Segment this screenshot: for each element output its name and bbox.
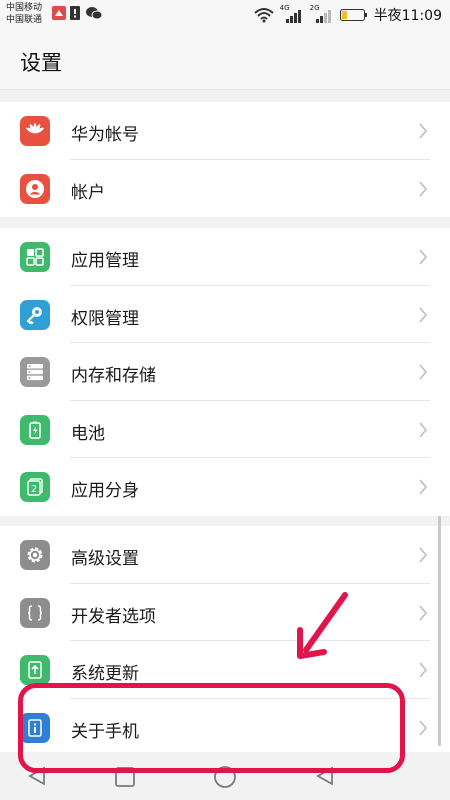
carrier-2: 中国联通 bbox=[6, 15, 43, 25]
braces-icon bbox=[20, 597, 50, 628]
chevron-right-icon bbox=[419, 123, 428, 139]
gear-icon bbox=[20, 540, 50, 570]
item-label: 内存和存储 bbox=[71, 366, 156, 386]
item-label: 华为帐号 bbox=[71, 125, 139, 145]
chevron-right-icon bbox=[419, 547, 428, 563]
storage-icon bbox=[20, 357, 50, 387]
settings-item-huawei-account[interactable]: 华为帐号 bbox=[0, 102, 450, 160]
apps-grid-icon bbox=[20, 242, 50, 272]
settings-item-app-management[interactable]: 应用管理 bbox=[0, 228, 450, 286]
scrollbar[interactable] bbox=[438, 516, 441, 746]
app-header: 设置 bbox=[0, 30, 450, 90]
settings-item-memory-storage[interactable]: 内存和存储 bbox=[0, 343, 450, 401]
chevron-right-icon bbox=[419, 662, 428, 678]
signal-bars-icon bbox=[315, 10, 331, 23]
alert-notification-icon bbox=[70, 6, 80, 20]
section-account: 华为帐号 帐户 bbox=[0, 102, 450, 217]
item-label: 帐户 bbox=[71, 182, 105, 203]
battery-status-icon bbox=[339, 9, 367, 21]
annotation-highlight-box bbox=[18, 683, 405, 773]
settings-item-permissions[interactable]: 权限管理 bbox=[0, 286, 450, 343]
section-apps: 应用管理 权限管理 内存和存储 电池 2 应用分身 bbox=[0, 228, 450, 516]
chevron-right-icon bbox=[419, 306, 428, 323]
item-label: 开发者选项 bbox=[71, 606, 156, 627]
item-label: 系统更新 bbox=[71, 664, 139, 684]
carrier-names: 中国移动 中国联通 bbox=[6, 2, 42, 26]
annotation-arrow-icon bbox=[297, 592, 348, 659]
user-icon bbox=[20, 173, 50, 204]
signal-bars-icon bbox=[285, 10, 301, 23]
chevron-right-icon bbox=[419, 421, 428, 438]
settings-item-account[interactable]: 帐户 bbox=[0, 160, 450, 218]
carrier-1: 中国移动 bbox=[6, 3, 43, 13]
wechat-icon bbox=[86, 7, 102, 20]
chevron-right-icon bbox=[419, 249, 428, 265]
huawei-notification-icon bbox=[52, 6, 66, 20]
key-icon bbox=[20, 299, 50, 330]
chevron-right-icon bbox=[419, 364, 428, 380]
status-bar: 中国移动 中国联通 4G 2G 半夜11:09 bbox=[0, 0, 450, 30]
item-label: 电池 bbox=[71, 423, 105, 444]
chevron-right-icon bbox=[419, 719, 428, 736]
chevron-right-icon bbox=[419, 604, 428, 621]
settings-item-developer-options[interactable]: 开发者选项 bbox=[0, 584, 450, 641]
huawei-logo-icon bbox=[20, 116, 50, 146]
item-label: 权限管理 bbox=[71, 308, 139, 329]
chevron-right-icon bbox=[419, 180, 428, 197]
clock: 半夜11:09 bbox=[373, 8, 442, 24]
page-title: 设置 bbox=[20, 51, 62, 75]
settings-item-advanced-settings[interactable]: 高级设置 bbox=[0, 526, 450, 584]
settings-item-app-twin[interactable]: 2 应用分身 bbox=[0, 458, 450, 516]
app-twin-icon: 2 bbox=[20, 472, 50, 502]
item-label: 应用分身 bbox=[71, 481, 139, 501]
system-update-icon bbox=[20, 655, 50, 685]
status-right: 4G 2G 半夜11:09 bbox=[253, 4, 442, 25]
signal-2g: 2G bbox=[310, 4, 334, 23]
svg-text:2: 2 bbox=[31, 484, 37, 495]
battery-icon bbox=[20, 414, 50, 445]
item-label: 高级设置 bbox=[71, 549, 139, 569]
wifi-icon bbox=[253, 8, 274, 23]
settings-item-battery[interactable]: 电池 bbox=[0, 401, 450, 458]
chevron-right-icon bbox=[419, 479, 428, 495]
signal-4g: 4G bbox=[280, 4, 304, 23]
item-label: 应用管理 bbox=[71, 251, 139, 271]
